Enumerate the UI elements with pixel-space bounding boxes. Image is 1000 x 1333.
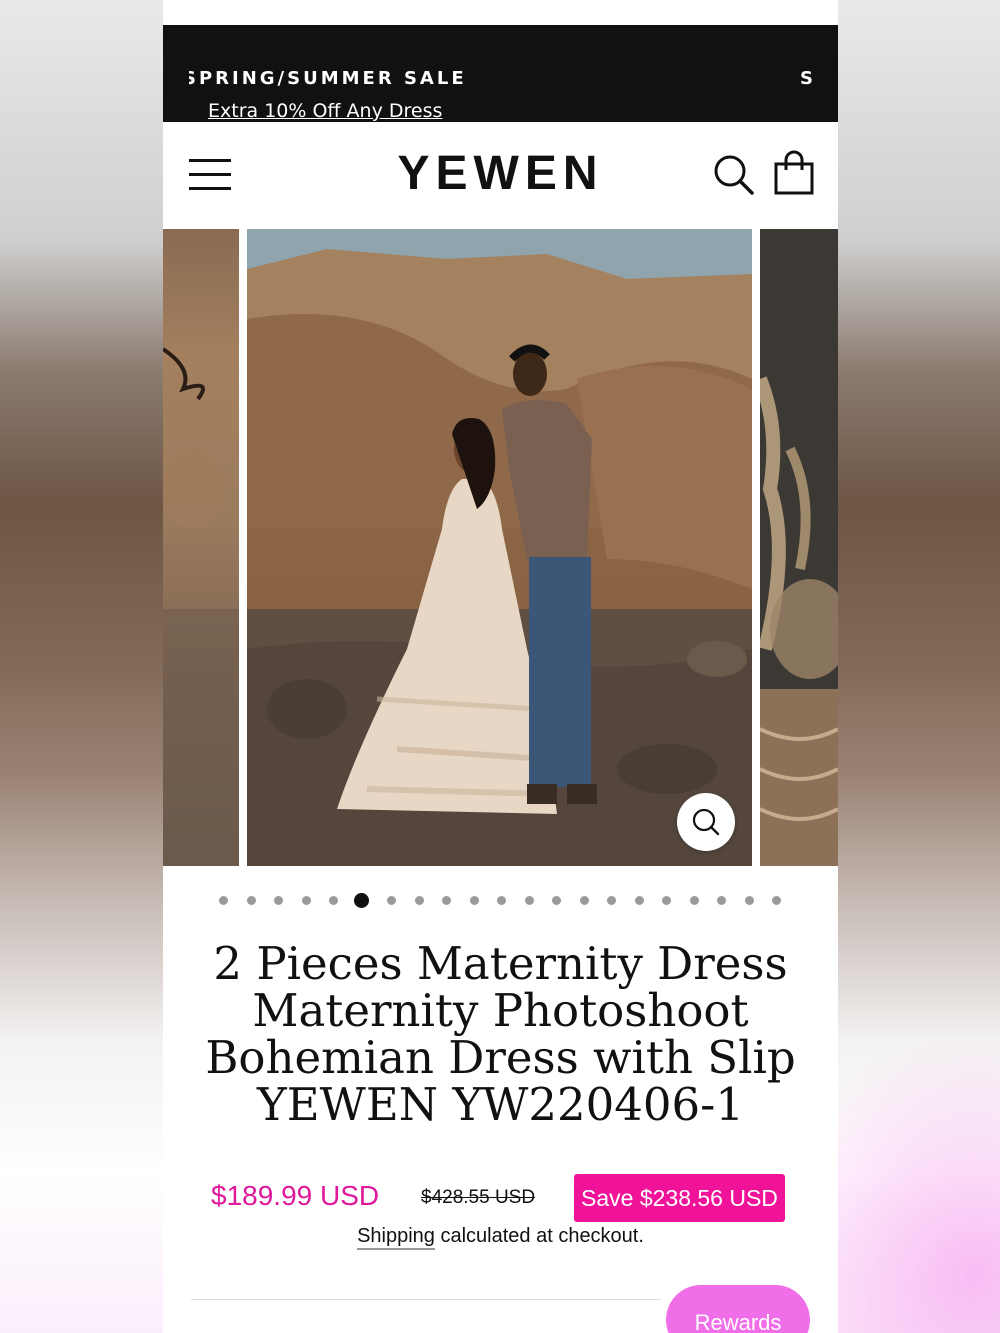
rewards-button[interactable]: Rewards [666, 1285, 810, 1333]
site-header: YEWEN [163, 122, 838, 228]
zoom-button[interactable] [677, 793, 735, 851]
gallery-dot[interactable] [442, 896, 451, 905]
shipping-link[interactable]: Shipping [357, 1225, 435, 1247]
gallery-dot[interactable] [414, 896, 424, 905]
cart-icon[interactable] [773, 150, 815, 196]
mobile-viewport: SPRING/SUMMER SALE S Extra 10% Off Any D… [163, 0, 838, 1333]
gallery-dot[interactable] [274, 896, 283, 905]
gallery-dot[interactable] [689, 896, 699, 905]
gallery-dot[interactable] [524, 896, 534, 905]
product-photo [247, 229, 752, 866]
search-icon[interactable] [713, 154, 755, 196]
gallery-dot[interactable] [246, 896, 256, 905]
gallery-dot[interactable] [744, 896, 754, 905]
gallery-dot[interactable] [607, 896, 616, 905]
gallery-pagination [163, 893, 838, 909]
gallery-dot[interactable] [301, 896, 311, 905]
shipping-note: Shipping calculated at checkout. [163, 1225, 838, 1248]
zoom-icon [692, 808, 720, 836]
gallery-dot[interactable] [634, 896, 644, 905]
gallery-slide-previous[interactable] [163, 229, 239, 866]
gallery-dot[interactable] [552, 896, 561, 905]
announcement-bar: SPRING/SUMMER SALE S Extra 10% Off Any D… [163, 25, 838, 122]
announcement-link[interactable]: Extra 10% Off Any Dress [208, 102, 442, 121]
sale-price: $189.99 USD [211, 1180, 380, 1211]
price-row: $189.99 USD $428.55 USD Save $238.56 USD [163, 1174, 838, 1222]
gallery-dot[interactable] [497, 896, 506, 905]
gallery-dot[interactable] [219, 896, 228, 905]
slide-photo-next [760, 229, 838, 866]
gallery-dot[interactable] [387, 896, 396, 905]
gallery-dot-active[interactable] [353, 893, 369, 908]
slide-photo-previous [163, 347, 239, 866]
announcement-next-title: S [800, 70, 812, 88]
gallery-dot[interactable] [717, 896, 726, 905]
gallery-dot[interactable] [329, 896, 338, 905]
save-badge: Save $238.56 USD [574, 1174, 785, 1222]
gallery-slide-active[interactable] [247, 229, 752, 866]
product-title: 2 Pieces Maternity Dress Maternity Photo… [205, 937, 796, 1131]
gallery-dot[interactable] [662, 896, 671, 905]
gallery-slide-next[interactable] [760, 229, 838, 866]
divider [191, 1299, 661, 1300]
gallery-dot[interactable] [772, 896, 781, 905]
gallery-dot[interactable] [579, 896, 589, 905]
gallery-dot[interactable] [469, 896, 479, 905]
shipping-note-text: calculated at checkout. [434, 1225, 644, 1247]
compare-at-price: $428.55 USD [421, 1187, 536, 1208]
announcement-title: SPRING/SUMMER SALE [189, 70, 467, 88]
